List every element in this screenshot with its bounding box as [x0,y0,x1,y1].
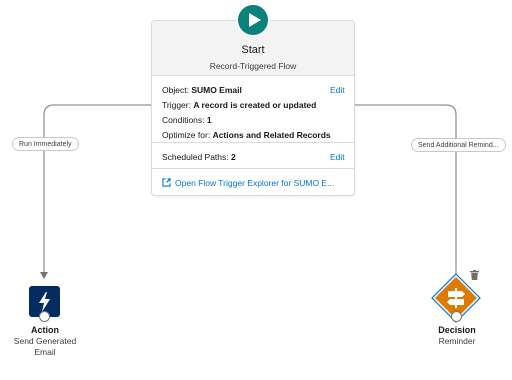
edit-scheduled-paths-link[interactable]: Edit [330,152,345,162]
start-subtitle: Record-Triggered Flow [209,61,297,71]
scheduled-paths-row: Scheduled Paths: 2 [162,152,236,162]
trigger-label: Trigger: [162,100,191,110]
right-connector-line [353,104,457,276]
divider [152,142,354,143]
scheduled-paths-label: Scheduled Paths: [162,152,229,162]
scheduled-paths-value: 2 [231,152,236,162]
optimize-value: Actions and Related Records [212,130,331,140]
action-node-label-line1: Send Generated [13,336,77,346]
object-label: Object: [162,85,189,95]
explorer-link-text: Open Flow Trigger Explorer for SUMO E... [175,178,335,188]
decision-connector-dot[interactable] [451,311,462,322]
conditions-value: 1 [206,115,212,125]
delete-icon[interactable] [470,270,479,280]
path-label-send-additional-reminder[interactable]: Send Additional Remind... [411,138,506,152]
trigger-value: A record is created or updated [193,100,317,110]
flow-canvas: Start Record-Triggered Flow Object: SUMO… [0,0,512,380]
edit-trigger-link[interactable]: Edit [330,85,345,95]
optimize-row: Optimize for: Actions and Related Record… [162,130,331,140]
divider [152,168,354,169]
path-label-run-immediately[interactable]: Run Immediately [12,137,79,151]
conditions-label: Conditions: [162,115,205,125]
action-node-label-line2: Email [34,347,56,357]
left-connector-arrow [40,272,48,279]
external-link-icon [162,178,171,187]
decision-node-label: Reminder [438,336,476,346]
object-row: Object: SUMO Email [162,85,242,95]
action-connector-dot[interactable] [39,311,50,322]
object-value: SUMO Email [191,85,242,95]
trigger-row: Trigger: A record is created or updated [162,100,316,110]
start-element-card[interactable]: Start Record-Triggered Flow Object: SUMO… [151,3,355,196]
optimize-label: Optimize for: [162,130,211,140]
flow-trigger-explorer-link[interactable]: Open Flow Trigger Explorer for SUMO E... [162,178,334,188]
conditions-row: Conditions: 1 [162,115,212,125]
decision-node-title: Decision [438,325,476,335]
action-node-title: Action [31,325,59,335]
action-node-label: Send Generated Email [4,336,86,358]
left-connector-line [43,104,151,272]
play-icon[interactable] [236,3,270,37]
